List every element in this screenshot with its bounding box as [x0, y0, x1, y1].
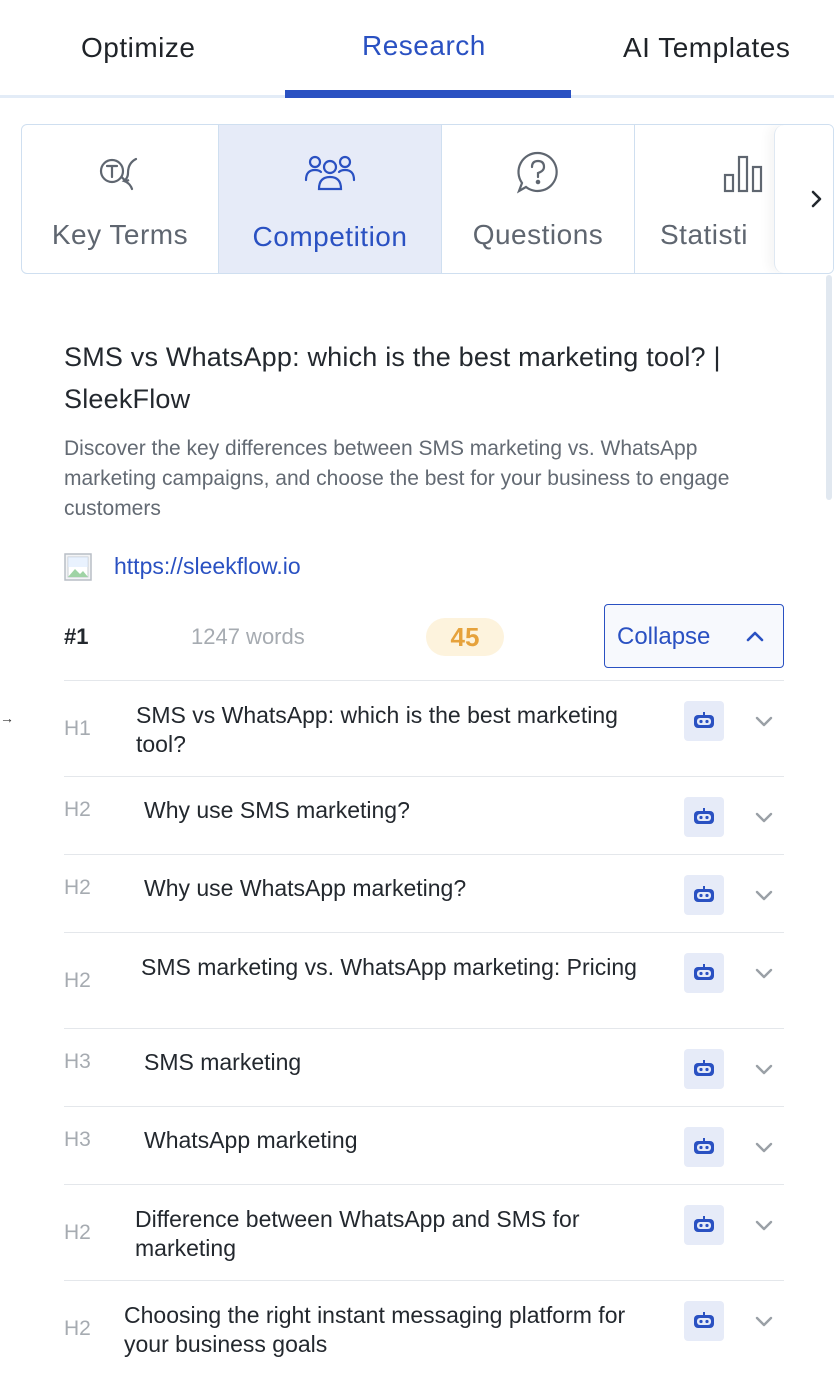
top-tab-bar: Optimize Research AI Templates: [0, 0, 834, 98]
result-url-link[interactable]: https://sleekflow.io: [114, 553, 301, 580]
tab-ai-templates[interactable]: AI Templates: [623, 32, 790, 64]
heading-level-tag: H2: [64, 798, 91, 821]
chevron-down-icon[interactable]: [752, 805, 776, 829]
heading-level-tag: H3: [64, 1050, 91, 1073]
result-meta-row: #1 1247 words 45 Collapse: [64, 604, 784, 670]
active-tab-indicator: [285, 90, 571, 98]
heading-row[interactable]: H3 WhatsApp marketing: [64, 1106, 784, 1184]
ai-assist-button[interactable]: [684, 953, 724, 993]
chevron-down-icon[interactable]: [752, 1057, 776, 1081]
ai-assist-button[interactable]: [684, 701, 724, 741]
collapse-button[interactable]: Collapse: [604, 604, 784, 668]
ai-assist-button[interactable]: [684, 1301, 724, 1341]
subtab-competition[interactable]: Competition: [219, 125, 442, 273]
robot-icon: [694, 1216, 714, 1232]
subtab-key-terms-label: Key Terms: [51, 219, 189, 250]
subtab-key-terms[interactable]: Key Terms: [22, 125, 219, 273]
heading-text: Choosing the right instant messaging pla…: [124, 1302, 626, 1357]
heading-row[interactable]: H2 Why use SMS marketing?: [64, 776, 784, 854]
favicon-image-icon: [64, 553, 92, 581]
heading-text: Why use WhatsApp marketing?: [144, 875, 467, 901]
robot-icon: [694, 1312, 714, 1328]
heading-level-tag: H2: [64, 1221, 91, 1244]
ai-assist-button[interactable]: [684, 1049, 724, 1089]
heading-level-tag: H2: [64, 876, 91, 899]
heading-text: SMS marketing: [144, 1049, 302, 1075]
chevron-down-icon[interactable]: [752, 961, 776, 985]
tab-optimize[interactable]: Optimize: [81, 32, 195, 64]
heading-level-tag: H2: [64, 1317, 91, 1340]
word-count: 1247 words: [191, 624, 305, 649]
heading-level-tag: H1: [64, 717, 91, 740]
chevron-up-icon: [746, 631, 764, 642]
current-position-arrow: →: [0, 710, 14, 726]
heading-row[interactable]: H2 Difference between WhatsApp and SMS fo…: [64, 1184, 784, 1280]
ai-assist-button[interactable]: [684, 797, 724, 837]
heading-row[interactable]: H1 SMS vs WhatsApp: which is the best mar…: [64, 680, 784, 776]
result-description: Discover the key differences between SMS…: [64, 437, 730, 520]
chevron-right-icon: [811, 190, 822, 208]
result-title: SMS vs WhatsApp: which is the best marke…: [64, 342, 721, 414]
subtabs-next-button[interactable]: [774, 125, 833, 273]
heading-row[interactable]: H2 SMS marketing vs. WhatsApp marketing: …: [64, 932, 784, 1028]
heading-text: SMS marketing vs. WhatsApp marketing: Pr…: [141, 954, 637, 980]
heading-text: Why use SMS marketing?: [144, 797, 410, 823]
question-icon: [508, 145, 568, 205]
subtab-questions-label: Questions: [472, 219, 604, 250]
robot-icon: [694, 964, 714, 980]
research-sub-tabs: Key Terms Competition Questions Statisti: [21, 124, 834, 274]
key-terms-icon: [90, 145, 150, 205]
chevron-down-icon[interactable]: [752, 1135, 776, 1159]
chevron-down-icon[interactable]: [752, 1213, 776, 1237]
ai-assist-button[interactable]: [684, 1205, 724, 1245]
robot-icon: [694, 1060, 714, 1076]
heading-text: WhatsApp marketing: [144, 1127, 358, 1153]
heading-level-tag: H2: [64, 969, 91, 992]
heading-row[interactable]: H3 SMS marketing: [64, 1028, 784, 1106]
tab-research[interactable]: Research: [362, 30, 486, 62]
robot-icon: [694, 808, 714, 824]
robot-icon: [694, 886, 714, 902]
people-icon: [300, 145, 360, 205]
content-score-badge: 45: [426, 618, 504, 656]
robot-icon: [694, 1138, 714, 1154]
bar-chart-icon: [715, 145, 775, 205]
subtab-questions[interactable]: Questions: [442, 125, 635, 273]
panel-scrollbar[interactable]: [826, 275, 832, 500]
ai-assist-button[interactable]: [684, 875, 724, 915]
heading-row[interactable]: H2 Why use WhatsApp marketing?: [64, 854, 784, 932]
ai-assist-button[interactable]: [684, 1127, 724, 1167]
chevron-down-icon[interactable]: [752, 1309, 776, 1333]
chevron-down-icon[interactable]: [752, 883, 776, 907]
robot-icon: [694, 712, 714, 728]
result-rank: #1: [64, 624, 89, 649]
heading-row[interactable]: H2 Choosing the right instant messaging p…: [64, 1280, 784, 1384]
heading-level-tag: H3: [64, 1128, 91, 1151]
heading-text: Difference between WhatsApp and SMS for …: [135, 1206, 580, 1261]
heading-text: SMS vs WhatsApp: which is the best marke…: [136, 702, 618, 757]
collapse-button-label: Collapse: [617, 623, 711, 650]
subtab-competition-label: Competition: [252, 221, 408, 252]
chevron-down-icon[interactable]: [752, 709, 776, 733]
